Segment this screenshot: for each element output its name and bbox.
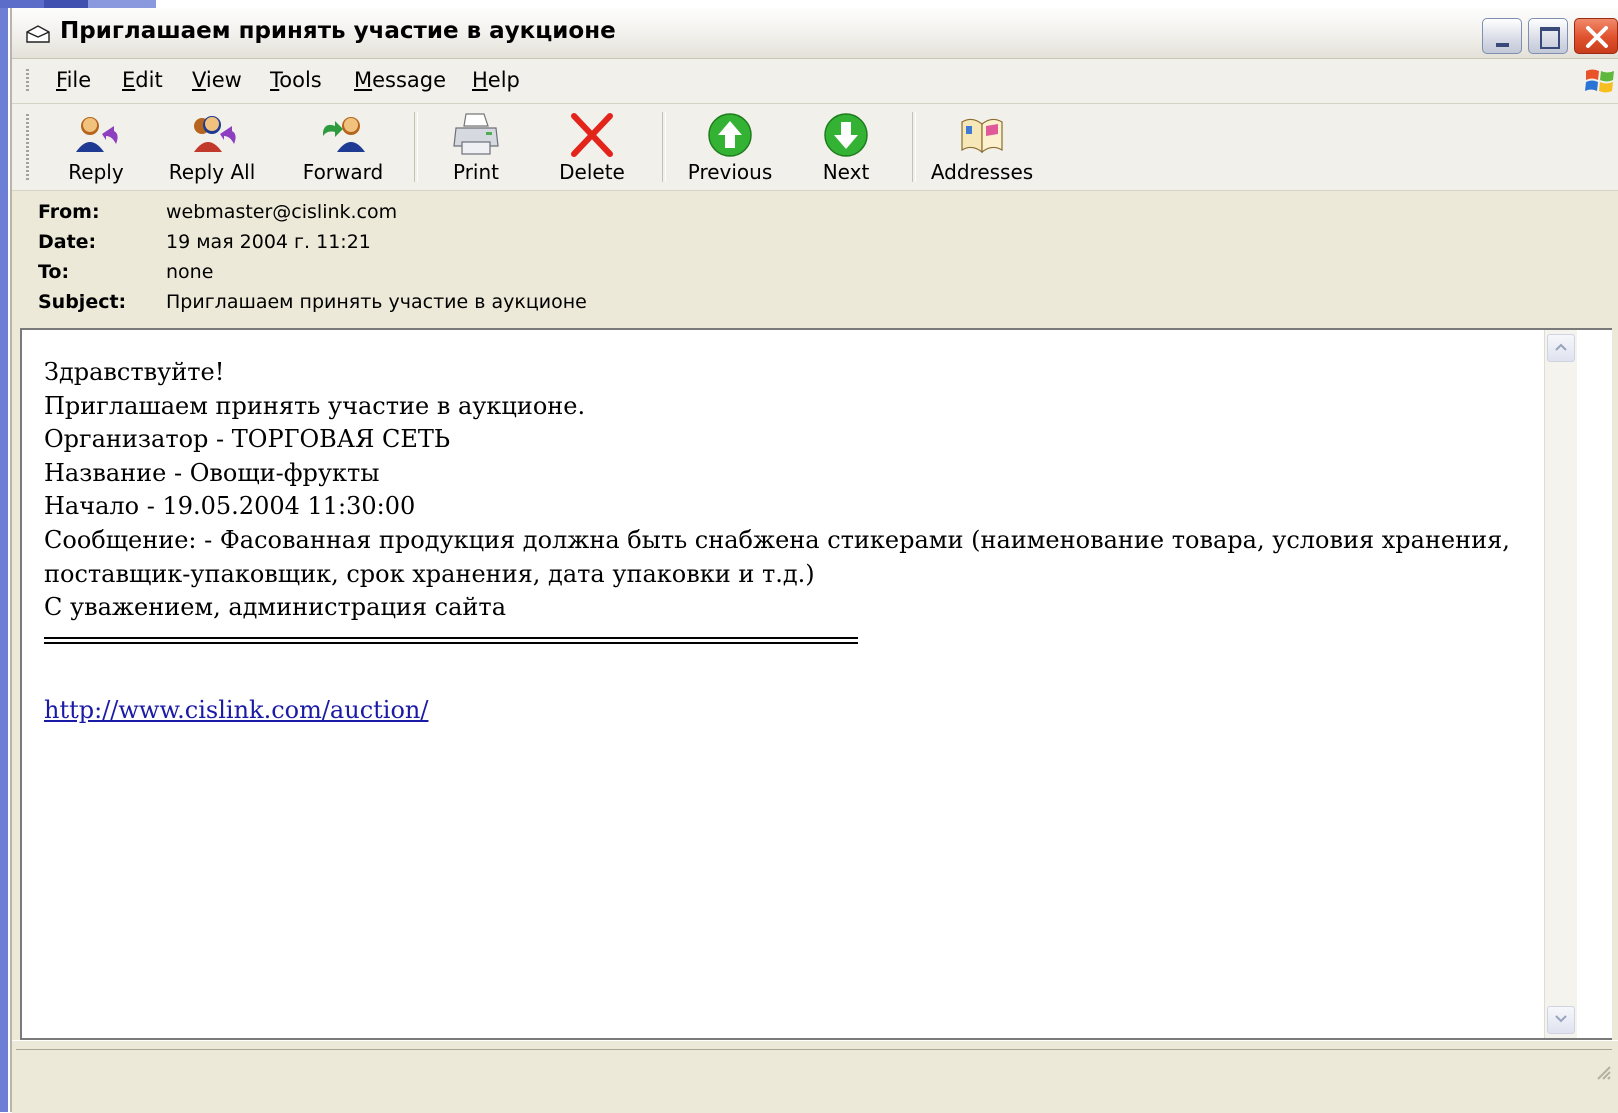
slide-left-band <box>0 8 8 1112</box>
forward-icon <box>323 117 365 152</box>
message-line-invite: Приглашаем принять участие в аукционе. <box>44 391 586 420</box>
message-line-name: Название - Овощи-фрукты <box>44 458 380 487</box>
menu-view-accel: V <box>192 68 206 92</box>
header-subject-value: Приглашаем принять участие в аукционе <box>166 291 587 313</box>
chevron-down-icon <box>1555 1015 1567 1023</box>
status-bar <box>12 1040 1618 1113</box>
printer-icon <box>453 113 499 155</box>
status-panel <box>16 1049 1612 1090</box>
header-from-label: From: <box>38 201 100 223</box>
scroll-up-button[interactable] <box>1547 334 1575 362</box>
message-line-signature: С уважением, администрация сайта <box>44 593 506 622</box>
reply-label: Reply <box>68 160 124 184</box>
menu-file-label: ile <box>66 68 92 92</box>
menu-tools-label: ools <box>279 68 322 92</box>
menu-help-label: elp <box>487 68 520 92</box>
menu-help[interactable]: Help <box>472 68 520 92</box>
message-line-greeting: Здравствуйте! <box>44 358 225 386</box>
auction-link[interactable]: http://www.cislink.com/auction/ <box>44 696 428 724</box>
message-body-pane[interactable]: Здравствуйте! Приглашаем принять участие… <box>20 328 1612 1040</box>
green-up-arrow-icon <box>708 113 752 157</box>
message-line-start: Начало - 19.05.2004 11:30:00 <box>44 492 416 521</box>
menu-view-label: iew <box>205 68 242 92</box>
slide-top-square-dark <box>44 0 88 8</box>
red-x-icon <box>571 113 613 157</box>
menu-edit-accel: E <box>122 68 136 92</box>
reply-icon <box>76 117 118 152</box>
scroll-down-button[interactable] <box>1547 1006 1575 1034</box>
menu-file-accel: F <box>56 68 67 92</box>
window-title: Приглашаем принять участие в аукционе <box>60 18 616 44</box>
minimize-button[interactable] <box>1482 18 1522 54</box>
title-bar[interactable]: Приглашаем принять участие в аукционе <box>12 8 1618 59</box>
slide-top-square-light <box>88 0 156 8</box>
header-to: To: none <box>38 261 213 283</box>
maximize-icon <box>1540 27 1560 49</box>
message-line-organizer: Организатор - ТОРГОВАЯ СЕТЬ <box>44 425 451 454</box>
green-down-arrow-icon <box>824 113 868 157</box>
toolbar-separator <box>912 112 916 182</box>
print-label: Print <box>452 160 499 184</box>
double-divider <box>44 636 858 644</box>
header-date-value: 19 мая 2004 г. 11:21 <box>166 231 371 253</box>
toolbar-separator <box>414 112 418 182</box>
reply-all-icon <box>194 116 236 152</box>
menu-bar: File Edit View Tools Message Help <box>12 59 1618 104</box>
previous-label: Previous <box>687 160 773 184</box>
addresses-label: Addresses <box>930 160 1034 184</box>
maximize-button[interactable] <box>1528 18 1568 54</box>
message-headers: From: webmaster@cislink.com Date: 19 мая 2… <box>12 191 1618 327</box>
reply-button[interactable]: Reply <box>56 108 136 186</box>
forward-button[interactable]: Forward <box>288 108 398 186</box>
header-subject: Subject: Приглашаем принять участие в аук… <box>38 291 587 313</box>
message-line-note: Сообщение: - Фасованная продукция должна… <box>44 525 1510 588</box>
header-date: Date: 19 мая 2004 г. 11:21 <box>38 231 371 253</box>
envelope-open-icon <box>26 25 50 43</box>
menu-file[interactable]: File <box>56 68 91 92</box>
menu-tools-accel: T <box>270 68 280 92</box>
windows-logo-icon <box>1585 69 1614 93</box>
menu-tools[interactable]: Tools <box>270 68 322 92</box>
reply-all-button[interactable]: Reply All <box>162 108 262 186</box>
menu-grip[interactable] <box>26 69 29 93</box>
toolbar-grip[interactable] <box>26 114 29 180</box>
header-date-label: Date: <box>38 231 97 253</box>
addresses-button[interactable]: Addresses <box>924 108 1040 186</box>
menu-edit[interactable]: Edit <box>122 68 163 92</box>
menu-message-accel: M <box>354 68 373 92</box>
menu-view[interactable]: View <box>192 68 242 92</box>
toolbar: Reply Reply All Forward Print Delete Pre… <box>12 104 1618 191</box>
close-icon <box>1586 26 1608 48</box>
delete-button[interactable]: Delete <box>552 108 632 186</box>
delete-label: Delete <box>559 160 625 184</box>
previous-button[interactable]: Previous <box>680 108 780 186</box>
next-button[interactable]: Next <box>806 108 886 186</box>
menu-message[interactable]: Message <box>354 68 446 92</box>
toolbar-separator <box>662 112 666 182</box>
print-button[interactable]: Print <box>436 108 516 186</box>
reply-all-label: Reply All <box>168 160 256 184</box>
forward-label: Forward <box>302 160 384 184</box>
menu-help-accel: H <box>472 68 488 92</box>
header-subject-label: Subject: <box>38 291 127 313</box>
menu-message-label: essage <box>372 68 447 92</box>
resize-grip-icon[interactable] <box>1592 1061 1612 1081</box>
minimize-icon <box>1496 43 1509 47</box>
chevron-up-icon <box>1555 343 1567 351</box>
address-book-icon <box>961 118 1003 154</box>
header-from-value: webmaster@cislink.com <box>166 201 398 223</box>
header-to-value: none <box>166 261 214 283</box>
next-label: Next <box>822 160 870 184</box>
header-to-label: To: <box>38 261 70 283</box>
close-button[interactable] <box>1574 18 1618 54</box>
message-text: Здравствуйте! Приглашаем принять участие… <box>44 356 1524 644</box>
vertical-scrollbar[interactable] <box>1544 330 1577 1038</box>
menu-edit-label: dit <box>135 68 163 92</box>
header-from: From: webmaster@cislink.com <box>38 201 397 223</box>
message-window: Приглашаем принять участие в аукционе Fi… <box>10 8 1618 1113</box>
